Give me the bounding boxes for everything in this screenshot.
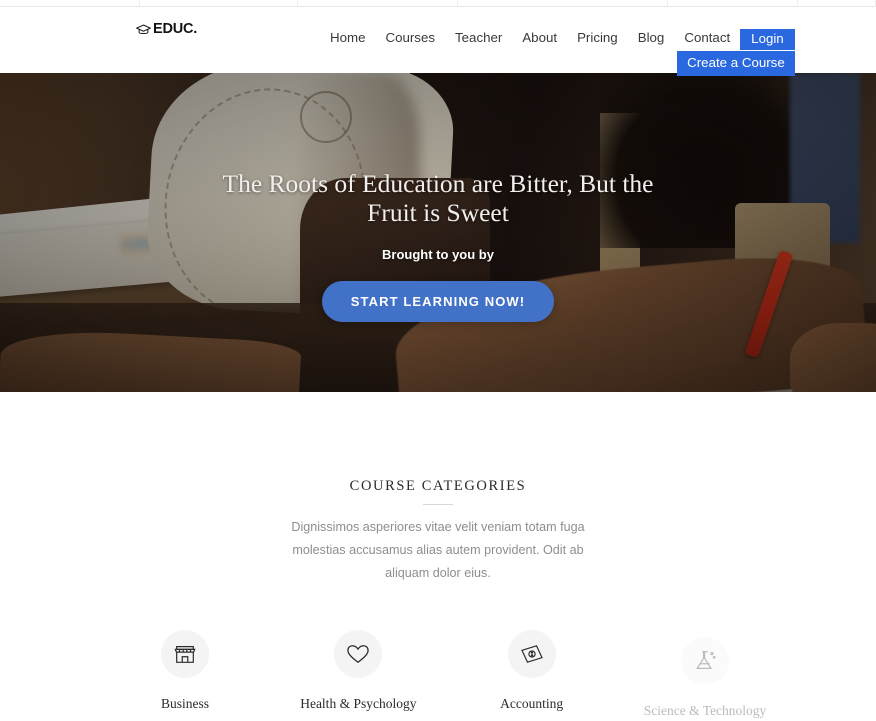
nav-item-blog[interactable]: Blog bbox=[628, 29, 675, 47]
main-navigation: Home Courses Teacher About Pricing Blog … bbox=[320, 29, 795, 76]
browser-tab[interactable] bbox=[798, 0, 876, 7]
site-logo[interactable]: EDUC. bbox=[135, 21, 198, 37]
browser-tab-strip bbox=[0, 0, 876, 7]
login-button[interactable]: Login bbox=[740, 29, 795, 50]
nav-item-courses[interactable]: Courses bbox=[375, 29, 445, 47]
nav-item-contact[interactable]: Contact bbox=[674, 29, 740, 47]
course-categories-section: COURSE CATEGORIES Dignissimos asperiores… bbox=[0, 392, 876, 721]
banknote-icon bbox=[507, 630, 556, 678]
category-label: Health & Psychology bbox=[300, 696, 417, 711]
category-label: Accounting bbox=[500, 696, 564, 711]
browser-tab[interactable] bbox=[140, 0, 298, 7]
heart-icon bbox=[334, 630, 383, 678]
graduation-cap-icon bbox=[135, 23, 152, 35]
section-title: COURSE CATEGORIES bbox=[349, 478, 527, 494]
section-description: Dignissimos asperiores vitae velit venia… bbox=[291, 520, 585, 580]
browser-tab[interactable] bbox=[298, 0, 458, 7]
hero-content: The Roots of Education are Bitter, But t… bbox=[0, 73, 876, 392]
hero-title: The Roots of Education are Bitter, But t… bbox=[222, 169, 654, 227]
hero-subtitle: Brought to you by bbox=[382, 247, 494, 262]
browser-tab[interactable] bbox=[668, 0, 798, 7]
category-item-science-technology[interactable]: Science & Technology bbox=[620, 637, 790, 719]
category-item-accounting[interactable]: Accounting bbox=[447, 630, 617, 712]
category-label: Science & Technology bbox=[643, 703, 767, 718]
nav-item-pricing[interactable]: Pricing bbox=[567, 29, 628, 47]
browser-tab[interactable] bbox=[458, 0, 668, 7]
title-divider bbox=[423, 504, 453, 505]
flask-icon bbox=[680, 637, 729, 685]
nav-item-home[interactable]: Home bbox=[320, 29, 375, 47]
start-learning-button[interactable]: START LEARNING NOW! bbox=[321, 281, 555, 322]
category-label: Business bbox=[160, 696, 209, 711]
category-grid: Business Health & Psychology Accounting bbox=[100, 630, 790, 718]
site-header: EDUC. Home Courses Teacher About Pricing… bbox=[0, 7, 876, 76]
nav-actions: Login Create a Course bbox=[677, 29, 795, 76]
hero-banner: The Roots of Education are Bitter, But t… bbox=[0, 73, 876, 392]
nav-item-teacher[interactable]: Teacher bbox=[445, 29, 512, 47]
nav-item-about[interactable]: About bbox=[512, 29, 567, 47]
category-item-health-psychology[interactable]: Health & Psychology bbox=[273, 630, 443, 712]
create-course-button[interactable]: Create a Course bbox=[677, 51, 795, 76]
browser-tab[interactable] bbox=[0, 0, 140, 7]
storefront-icon bbox=[161, 630, 209, 678]
category-item-business[interactable]: Business bbox=[100, 630, 270, 712]
logo-text: EDUC. bbox=[153, 21, 198, 37]
